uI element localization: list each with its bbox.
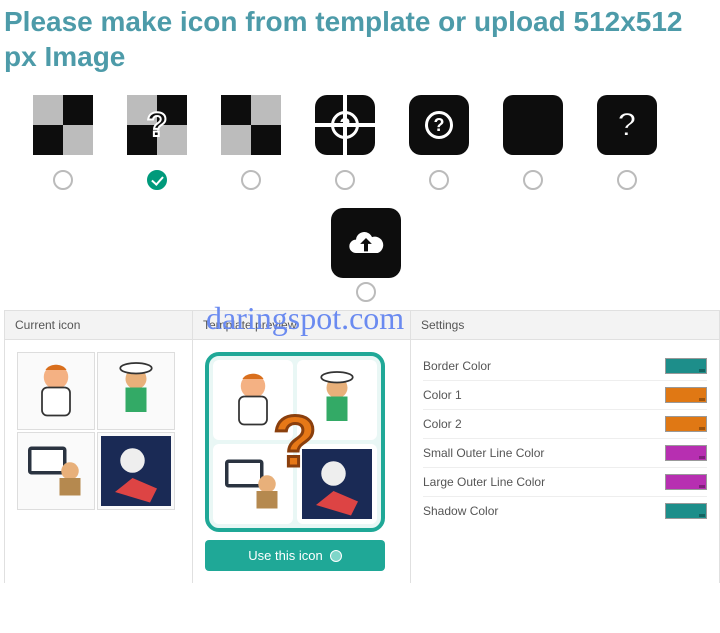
template-option-4[interactable]: ? bbox=[312, 92, 378, 158]
question-icon: ? bbox=[147, 106, 168, 145]
setting-row-5: Shadow Color bbox=[423, 497, 707, 525]
setting-row-4: Large Outer Line Color bbox=[423, 468, 707, 497]
template-row: ? ? ? ? bbox=[4, 92, 720, 158]
cartoon-icon bbox=[21, 436, 91, 506]
use-this-icon-button[interactable]: Use this icon bbox=[205, 540, 385, 571]
color-swatch[interactable] bbox=[665, 503, 707, 519]
setting-row-0: Border Color bbox=[423, 352, 707, 381]
color-swatch[interactable] bbox=[665, 445, 707, 461]
panels: Current icon Template preview ? Use this… bbox=[4, 310, 720, 583]
setting-row-2: Color 2 bbox=[423, 410, 707, 439]
cartoon-icon bbox=[101, 436, 171, 506]
template-radio-7[interactable] bbox=[617, 170, 637, 190]
setting-label: Color 2 bbox=[423, 417, 665, 431]
template-option-6[interactable] bbox=[500, 92, 566, 158]
current-icon-panel: Current icon bbox=[5, 311, 193, 583]
page-title: Please make icon from template or upload… bbox=[4, 4, 720, 74]
cartoon-icon bbox=[21, 356, 91, 426]
template-preview-header: Template preview bbox=[193, 311, 410, 340]
template-option-1[interactable] bbox=[30, 92, 96, 158]
setting-row-3: Small Outer Line Color bbox=[423, 439, 707, 468]
color-swatch[interactable] bbox=[665, 474, 707, 490]
template-option-2[interactable]: ? bbox=[124, 92, 190, 158]
template-radio-row bbox=[4, 170, 720, 190]
template-radio-6[interactable] bbox=[523, 170, 543, 190]
upload-radio[interactable] bbox=[356, 282, 376, 302]
question-icon: ? bbox=[425, 111, 453, 139]
template-preview-panel: Template preview ? Use this icon bbox=[193, 311, 411, 583]
cloud-upload-icon bbox=[346, 223, 386, 263]
color-swatch[interactable] bbox=[665, 416, 707, 432]
question-icon: ? bbox=[331, 111, 359, 139]
template-option-7[interactable]: ? bbox=[594, 92, 660, 158]
template-radio-3[interactable] bbox=[241, 170, 261, 190]
color-swatch[interactable] bbox=[665, 387, 707, 403]
current-icon-header: Current icon bbox=[5, 311, 192, 340]
settings-panel: Settings Border Color Color 1 Color 2 Small… bbox=[411, 311, 720, 583]
template-option-3[interactable] bbox=[218, 92, 284, 158]
setting-label: Shadow Color bbox=[423, 504, 665, 518]
template-radio-1[interactable] bbox=[53, 170, 73, 190]
setting-label: Small Outer Line Color bbox=[423, 446, 665, 460]
dot-icon bbox=[330, 550, 342, 562]
preview-grid: ? bbox=[205, 352, 385, 532]
setting-label: Large Outer Line Color bbox=[423, 475, 665, 489]
setting-label: Color 1 bbox=[423, 388, 665, 402]
current-icon-grid bbox=[17, 352, 177, 512]
question-icon: ? bbox=[273, 401, 317, 483]
template-radio-2[interactable] bbox=[147, 170, 167, 190]
use-this-icon-label: Use this icon bbox=[248, 548, 322, 563]
template-option-5[interactable]: ? bbox=[406, 92, 472, 158]
settings-header: Settings bbox=[411, 311, 719, 340]
setting-row-1: Color 1 bbox=[423, 381, 707, 410]
question-icon: ? bbox=[617, 106, 638, 145]
template-radio-5[interactable] bbox=[429, 170, 449, 190]
setting-label: Border Color bbox=[423, 359, 665, 373]
cartoon-icon bbox=[101, 356, 171, 426]
upload-button[interactable] bbox=[331, 208, 401, 278]
template-radio-4[interactable] bbox=[335, 170, 355, 190]
color-swatch[interactable] bbox=[665, 358, 707, 374]
